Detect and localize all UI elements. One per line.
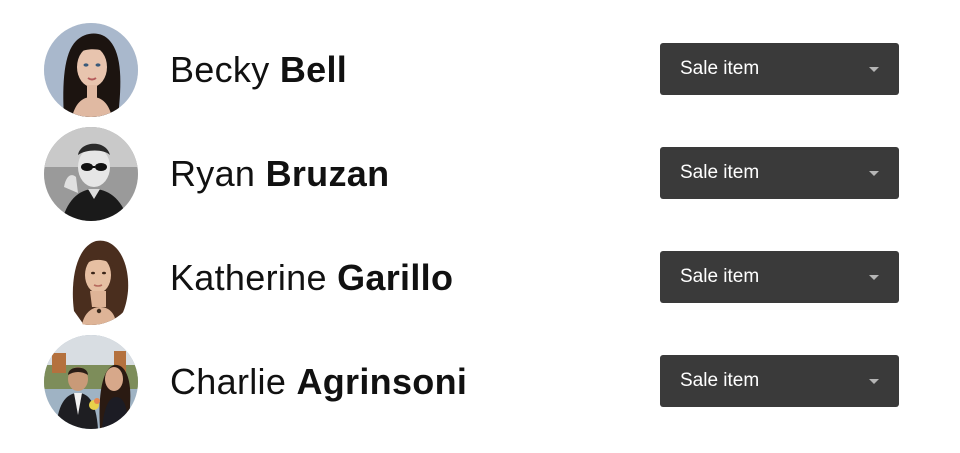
last-name: Garillo: [337, 257, 454, 298]
list-item: Becky Bell Sale item: [0, 23, 960, 119]
sale-item-select[interactable]: Sale item: [660, 355, 899, 407]
caret-down-icon: [869, 67, 879, 72]
avatar-image: [44, 23, 138, 117]
list-item: Ryan Bruzan Sale item: [0, 127, 960, 223]
select-value: Sale item: [680, 162, 760, 183]
person-name: Becky Bell: [170, 45, 347, 95]
avatar-image: [44, 231, 138, 325]
person-name: Ryan Bruzan: [170, 149, 389, 199]
sale-item-select[interactable]: Sale item: [660, 147, 899, 199]
person-name: Katherine Garillo: [170, 253, 453, 303]
last-name: Bruzan: [265, 153, 390, 194]
last-name: Bell: [279, 49, 348, 90]
list-item: Charlie Agrinsoni Sale item: [0, 335, 960, 431]
person-name: Charlie Agrinsoni: [170, 357, 467, 407]
caret-down-icon: [869, 275, 879, 280]
first-name: Becky: [170, 49, 270, 90]
avatar-image: [44, 335, 138, 429]
avatar: [44, 23, 138, 117]
last-name: Agrinsoni: [296, 361, 468, 402]
sale-item-select[interactable]: Sale item: [660, 251, 899, 303]
first-name: Katherine: [170, 257, 327, 298]
caret-down-icon: [869, 379, 879, 384]
list-item: Katherine Garillo Sale item: [0, 231, 960, 327]
first-name: Charlie: [170, 361, 287, 402]
select-value: Sale item: [680, 58, 760, 79]
avatar: [44, 127, 138, 221]
select-value: Sale item: [680, 266, 760, 287]
avatar: [44, 231, 138, 325]
avatar-image: [44, 127, 138, 221]
sale-item-select[interactable]: Sale item: [660, 43, 899, 95]
people-list: Becky Bell Sale item Ryan Bruzan Sale it…: [0, 0, 960, 453]
caret-down-icon: [869, 171, 879, 176]
first-name: Ryan: [170, 153, 256, 194]
avatar: [44, 335, 138, 429]
select-value: Sale item: [680, 370, 760, 391]
